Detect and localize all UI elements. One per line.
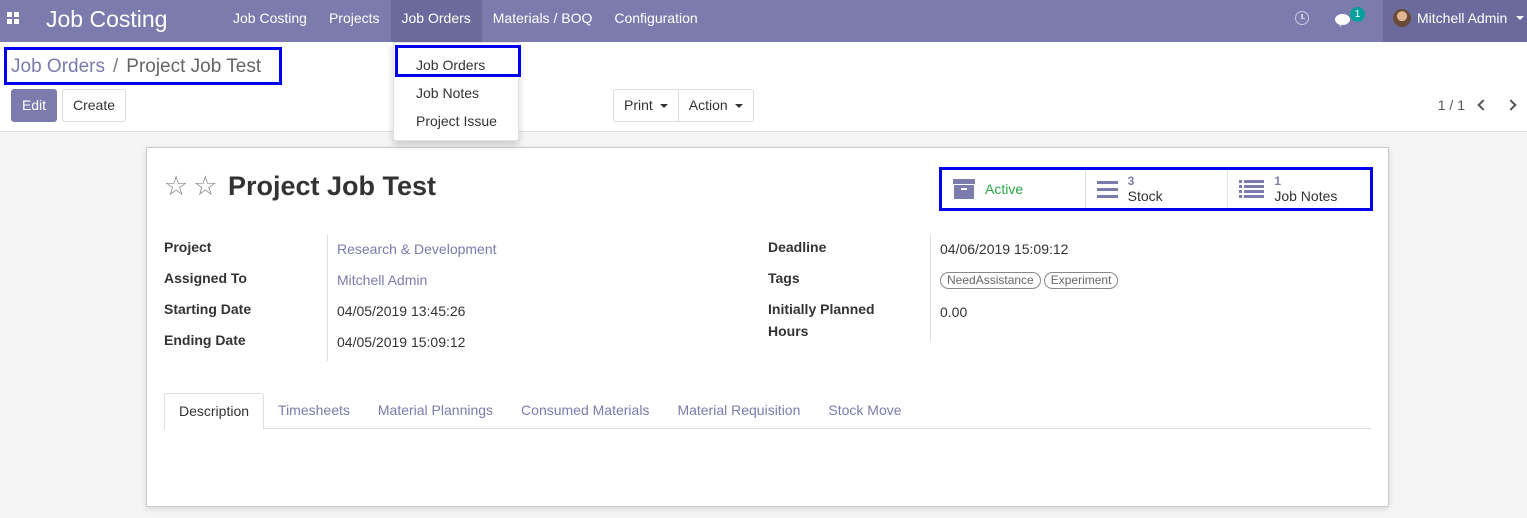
messaging-menu[interactable]: 1 xyxy=(1335,7,1365,29)
list-icon xyxy=(1239,180,1265,198)
right-field-divider xyxy=(930,235,931,341)
control-panel: Job Orders / Project Job Test Edit Create … xyxy=(0,42,1527,132)
print-button[interactable]: Print xyxy=(614,90,678,121)
tab-description[interactable]: Description xyxy=(164,393,265,430)
stock-label: Stock xyxy=(1127,188,1163,204)
record-title: Project Job Test xyxy=(228,171,437,201)
field-label-starting-date: Starting Date xyxy=(164,301,252,317)
dropdown-item-project-issue[interactable]: Project Issue xyxy=(416,113,497,129)
dropdown-highlight-box xyxy=(395,45,521,77)
form-sheet: ☆ ☆ Project Job Test Active 3 Stock 1 Jo… xyxy=(146,147,1389,507)
field-label-project: Project xyxy=(164,239,212,255)
tab-material-plannings[interactable]: Material Plannings xyxy=(364,393,507,429)
pager-value[interactable]: 1 / 1 xyxy=(1438,97,1465,113)
tab-stock-move[interactable]: Stock Move xyxy=(814,393,915,429)
chevron-left-icon[interactable] xyxy=(1477,99,1489,111)
field-label-hours: Hours xyxy=(768,323,809,339)
user-name: Mitchell Admin xyxy=(1417,10,1508,26)
field-label-assigned-to: Assigned To xyxy=(164,270,247,286)
caret-down-icon xyxy=(734,103,743,108)
message-count-badge: 1 xyxy=(1350,7,1365,22)
archive-icon xyxy=(953,179,975,199)
field-value-starting-date: 04/05/2019 13:45:26 xyxy=(337,303,466,319)
job-orders-dropdown: Job Orders Job Notes Project Issue xyxy=(393,42,521,141)
chevron-right-icon[interactable] xyxy=(1505,99,1517,111)
app-title: Job Costing xyxy=(46,6,168,32)
active-label: Active xyxy=(985,181,1024,197)
avatar xyxy=(1393,9,1411,27)
menu-materials-boq[interactable]: Materials / BOQ xyxy=(482,0,604,42)
field-value-assigned-to[interactable]: Mitchell Admin xyxy=(337,272,427,288)
dropdown-item-job-notes[interactable]: Job Notes xyxy=(416,85,479,101)
star-icon[interactable]: ☆ xyxy=(164,173,188,200)
job-notes-button[interactable]: 1 Job Notes xyxy=(1227,170,1370,208)
action-button[interactable]: Action xyxy=(677,90,753,121)
job-notes-label: Job Notes xyxy=(1274,188,1338,204)
caret-down-icon xyxy=(1516,16,1525,20)
tag-need-assistance[interactable]: NeedAssistance xyxy=(940,272,1041,289)
field-value-deadline: 04/06/2019 15:09:12 xyxy=(940,241,1069,257)
stock-button[interactable]: 3 Stock xyxy=(1084,170,1228,208)
systray: 1 Mitchell Admin xyxy=(1295,0,1527,42)
field-label-deadline: Deadline xyxy=(768,239,827,255)
tag-experiment[interactable]: Experiment xyxy=(1043,272,1119,289)
user-menu[interactable]: Mitchell Admin xyxy=(1383,0,1527,42)
field-label-ending-date: Ending Date xyxy=(164,332,246,348)
field-label-tags: Tags xyxy=(768,270,800,286)
caret-down-icon xyxy=(659,103,668,108)
top-navbar: Job Costing Job Costing Projects Job Ord… xyxy=(0,0,1527,42)
breadcrumb-highlight-box xyxy=(4,47,282,85)
action-label: Action xyxy=(688,97,728,113)
create-button[interactable]: Create xyxy=(62,89,126,122)
tab-consumed-materials[interactable]: Consumed Materials xyxy=(507,393,663,429)
menu-job-costing[interactable]: Job Costing xyxy=(222,0,318,42)
menu-configuration[interactable]: Configuration xyxy=(603,0,708,42)
tags-list: NeedAssistance Experiment xyxy=(940,271,1121,289)
main-menu: Job Costing Projects Job Orders Material… xyxy=(222,0,709,42)
stock-count: 3 xyxy=(1127,174,1135,188)
pager: 1 / 1 xyxy=(1438,97,1517,113)
edit-button[interactable]: Edit xyxy=(11,89,57,122)
field-value-ending-date: 04/05/2019 15:09:12 xyxy=(337,334,466,350)
print-label: Print xyxy=(624,97,653,113)
field-value-project[interactable]: Research & Development xyxy=(337,241,497,257)
field-label-initially-planned: Initially Planned xyxy=(768,301,875,317)
job-notes-count: 1 xyxy=(1274,174,1282,188)
activity-clock-icon[interactable] xyxy=(1295,11,1309,25)
field-value-planned-hours: 0.00 xyxy=(940,304,968,320)
star-icon[interactable]: ☆ xyxy=(193,173,217,200)
menu-projects[interactable]: Projects xyxy=(318,0,391,42)
left-field-divider xyxy=(327,235,328,361)
menu-job-orders[interactable]: Job Orders xyxy=(390,0,482,42)
active-toggle-button[interactable]: Active xyxy=(942,170,1085,208)
apps-grid-icon[interactable] xyxy=(7,12,19,24)
chat-icon xyxy=(1335,14,1350,27)
tab-material-requisition[interactable]: Material Requisition xyxy=(663,393,814,429)
notebook-tabs: Description Timesheets Material Planning… xyxy=(164,393,1371,430)
tab-timesheets[interactable]: Timesheets xyxy=(264,393,364,429)
bars-icon xyxy=(1096,180,1118,198)
sidebar-button-group: Print Action xyxy=(613,89,754,122)
smart-button-box: Active 3 Stock 1 Job Notes xyxy=(939,167,1373,211)
priority-stars: ☆ ☆ xyxy=(164,173,222,200)
